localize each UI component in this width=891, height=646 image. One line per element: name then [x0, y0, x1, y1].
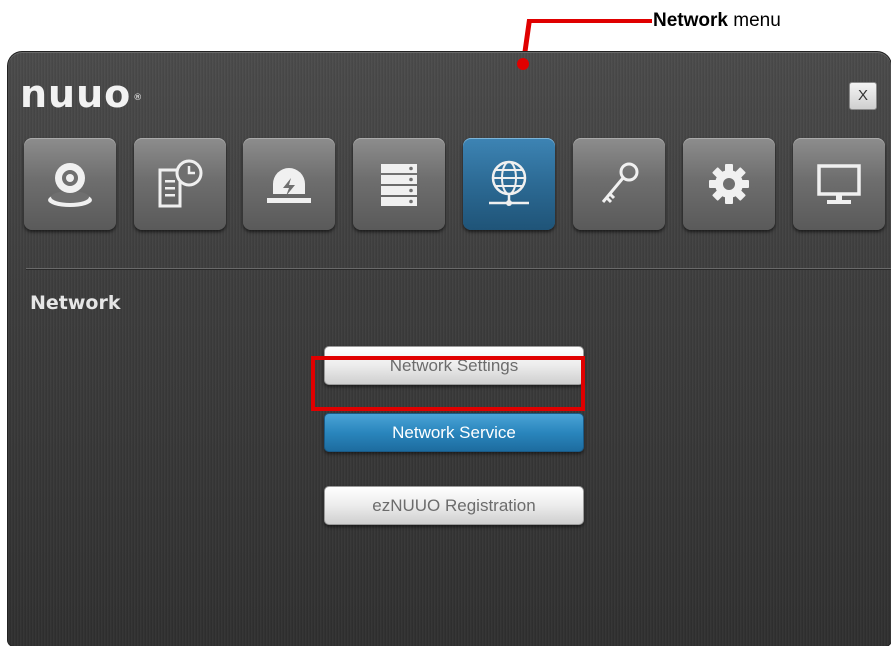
tile-camera[interactable]: [24, 138, 116, 230]
annotation-line: [531, 19, 652, 23]
section-title: Network: [30, 292, 121, 314]
tile-user[interactable]: [573, 138, 665, 230]
tile-system[interactable]: [683, 138, 775, 230]
monitor-icon: [817, 164, 861, 204]
annotation-dot: [517, 58, 529, 70]
logo-text: nuuo: [20, 72, 132, 116]
annotation-bold: Network: [653, 10, 728, 31]
close-button[interactable]: X: [849, 82, 877, 110]
key-icon: [601, 162, 639, 204]
tile-schedule[interactable]: [134, 138, 226, 230]
tile-display[interactable]: [793, 138, 885, 230]
annotation-rest: menu: [727, 10, 781, 31]
nuuo-logo: nuuo ®: [20, 74, 143, 114]
alarm-light-icon: [267, 168, 311, 203]
network-service-button[interactable]: Network Service: [324, 413, 584, 452]
camera-icon: [48, 163, 92, 207]
storage-server-icon: [381, 164, 417, 206]
gear-icon: [709, 164, 749, 204]
divider: [26, 268, 891, 269]
globe-network-icon: [489, 160, 529, 206]
annotation-label: Network menu: [653, 10, 781, 32]
tile-storage[interactable]: [353, 138, 445, 230]
schedule-document-icon: [158, 159, 203, 208]
eznuuo-registration-button[interactable]: ezNUUO Registration: [324, 486, 584, 525]
tile-network[interactable]: [463, 138, 555, 230]
network-settings-button[interactable]: Network Settings: [324, 346, 584, 385]
category-toolbar: [24, 138, 891, 232]
tile-event[interactable]: [243, 138, 335, 230]
logo-registered-mark: ®: [133, 93, 144, 103]
settings-window: nuuo ® X Network Network Settings Networ…: [8, 52, 891, 646]
